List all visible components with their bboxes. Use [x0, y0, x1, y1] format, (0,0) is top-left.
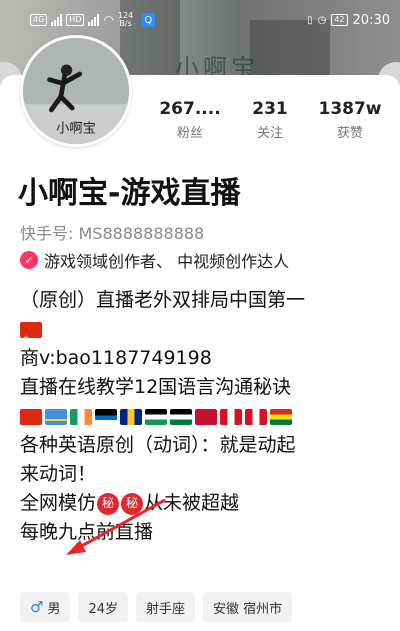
avatar-image: 小啊宝	[23, 38, 129, 144]
hd-badge: HD	[66, 14, 85, 26]
peru-flag-icon-2	[245, 408, 267, 425]
alarm-icon: ◷	[317, 14, 327, 26]
flag-row-china: ★	[20, 315, 390, 344]
china-flag-icon	[20, 408, 42, 425]
male-icon: ♂	[30, 598, 44, 616]
bio-line: 直播在线教学12国语言沟通秘诀	[20, 376, 292, 398]
bio-line: （原创）直播老外双排局中国第一	[20, 289, 306, 311]
tag-row: ♂ 男 24岁 射手座 安徽 宿州市	[20, 592, 293, 622]
tag-zodiac[interactable]: 射手座	[136, 592, 196, 622]
aruba-flag-icon	[45, 408, 67, 425]
stat-label: 关注	[256, 126, 283, 141]
bio: （原创）直播老外双排局中国第一 ★ 商v:bao1187749198 直播在线教…	[20, 286, 390, 547]
app-notification-icon: Q	[141, 13, 156, 27]
wifi-icon: ◠	[103, 13, 114, 27]
peru-flag-icon	[220, 408, 242, 425]
stat-label: 获赞	[336, 126, 363, 141]
antigua-flag-icon	[95, 408, 117, 425]
clock: 20:30	[352, 12, 390, 28]
profile-name: 小啊宝-游戏直播	[18, 176, 241, 211]
china-flag-icon: ★	[20, 321, 42, 338]
tag-age[interactable]: 24岁	[78, 592, 129, 622]
barbados-flag-icon	[120, 408, 142, 425]
stat-label: 粉丝	[176, 126, 203, 141]
stat-value: 267....	[159, 99, 221, 119]
bolivia-flag-icon	[270, 408, 292, 425]
palestine-flag-icon	[145, 408, 167, 425]
bio-line: 每晚九点前直播	[20, 521, 154, 543]
svg-text:小啊宝: 小啊宝	[56, 121, 96, 137]
secret-badge: 秘	[97, 492, 120, 515]
stat-value: 1387w	[318, 99, 382, 119]
avatar[interactable]: 小啊宝	[20, 35, 132, 147]
tag-gender[interactable]: ♂ 男	[20, 592, 71, 622]
jordan-flag-icon	[170, 408, 192, 425]
tag-location[interactable]: 安徽 宿州市	[203, 592, 293, 622]
bermuda-flag-icon	[195, 408, 217, 425]
bio-line: 各种英语原创（动词）：就是动起	[20, 434, 296, 456]
bio-line: 商v:bao1187749198	[20, 347, 212, 369]
stat-followers[interactable]: 267.... 粉丝	[150, 99, 230, 141]
verified-text: 游戏领域创作者、 中视频创作达人	[44, 252, 290, 271]
stats-row: 267.... 粉丝 231 关注 1387w 获赞	[150, 99, 390, 141]
flag-row-countries	[20, 402, 390, 431]
signal-icon-2	[88, 14, 100, 26]
ireland-flag-icon	[70, 408, 92, 425]
net-speed: 124 B/s	[117, 11, 134, 28]
status-bar: 4G HD ◠ 124 B/s Q ▯ ◷ 42 20:30	[0, 0, 400, 40]
network-badge: 4G	[30, 14, 48, 26]
stat-value: 231	[252, 99, 288, 119]
signal-icon	[51, 14, 63, 26]
stat-following[interactable]: 231 关注	[230, 99, 310, 141]
verified-icon: ✓	[20, 251, 38, 269]
kuaishou-id[interactable]: 快手号: MS8888888888	[20, 220, 204, 244]
secret-badge: 秘	[121, 492, 144, 515]
verified-row: ✓ 游戏领域创作者、 中视频创作达人	[20, 248, 289, 272]
bio-line-imitate: 全网模仿秘秘从未被超越	[20, 492, 240, 515]
battery-icon: 42	[331, 14, 348, 26]
vibrate-icon: ▯	[307, 14, 313, 26]
bio-line: 来动词！	[20, 463, 97, 485]
stat-likes[interactable]: 1387w 获赞	[310, 99, 390, 141]
profile-card: 小啊宝 267.... 粉丝 231 关注 1387w 获赞 小啊宝-游戏直播 …	[0, 35, 400, 631]
